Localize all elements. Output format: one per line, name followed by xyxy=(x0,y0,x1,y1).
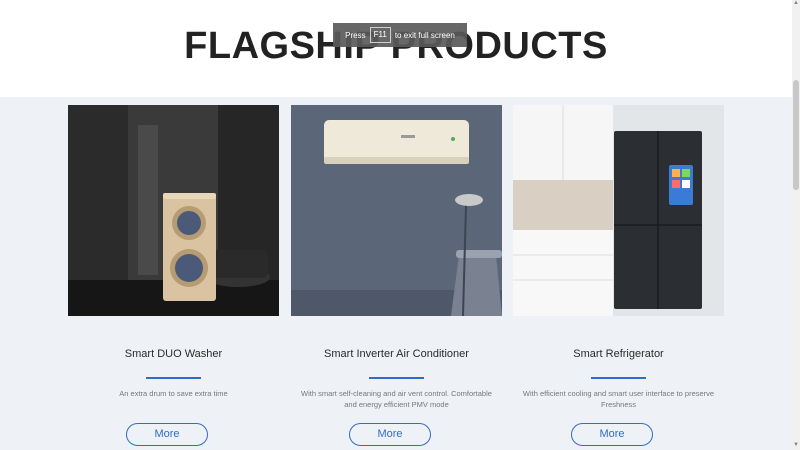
scroll-down-arrow-icon[interactable]: ▼ xyxy=(793,442,799,450)
header-section: FLAGSHIP PRODUCTS xyxy=(0,0,792,97)
product-card-air-conditioner: Smart Inverter Air Conditioner With smar… xyxy=(291,105,502,446)
toast-suffix: to exit full screen xyxy=(394,30,455,40)
fullscreen-toast: Press F11 to exit full screen xyxy=(333,23,467,47)
product-name: Smart DUO Washer xyxy=(124,348,223,360)
more-button[interactable]: More xyxy=(126,423,208,446)
products-section: Smart DUO Washer An extra drum to save e… xyxy=(0,97,792,450)
product-card-refrigerator: Smart Refrigerator With efficient coolin… xyxy=(513,105,724,446)
product-description: With smart self-cleaning and air vent co… xyxy=(301,389,492,409)
more-button[interactable]: More xyxy=(349,423,431,446)
more-button[interactable]: More xyxy=(571,423,653,446)
title-divider xyxy=(369,377,424,379)
scroll-up-arrow-icon[interactable]: ▲ xyxy=(793,0,799,8)
toast-key: F11 xyxy=(369,27,391,43)
title-divider xyxy=(146,377,201,379)
toast-prefix: Press xyxy=(345,30,366,40)
vertical-scrollbar[interactable]: ▲ ▼ xyxy=(792,0,800,450)
product-description: An extra drum to save extra time xyxy=(119,389,228,398)
scrollbar-thumb[interactable] xyxy=(793,80,799,190)
washer-image xyxy=(68,105,279,316)
product-name: Smart Inverter Air Conditioner xyxy=(324,348,469,360)
refrigerator-image xyxy=(513,105,724,316)
product-description: With efficient cooling and smart user in… xyxy=(522,389,715,409)
product-name: Smart Refrigerator xyxy=(573,348,664,360)
product-card-washer: Smart DUO Washer An extra drum to save e… xyxy=(68,105,279,446)
title-divider xyxy=(591,377,646,379)
air-conditioner-image xyxy=(291,105,502,316)
